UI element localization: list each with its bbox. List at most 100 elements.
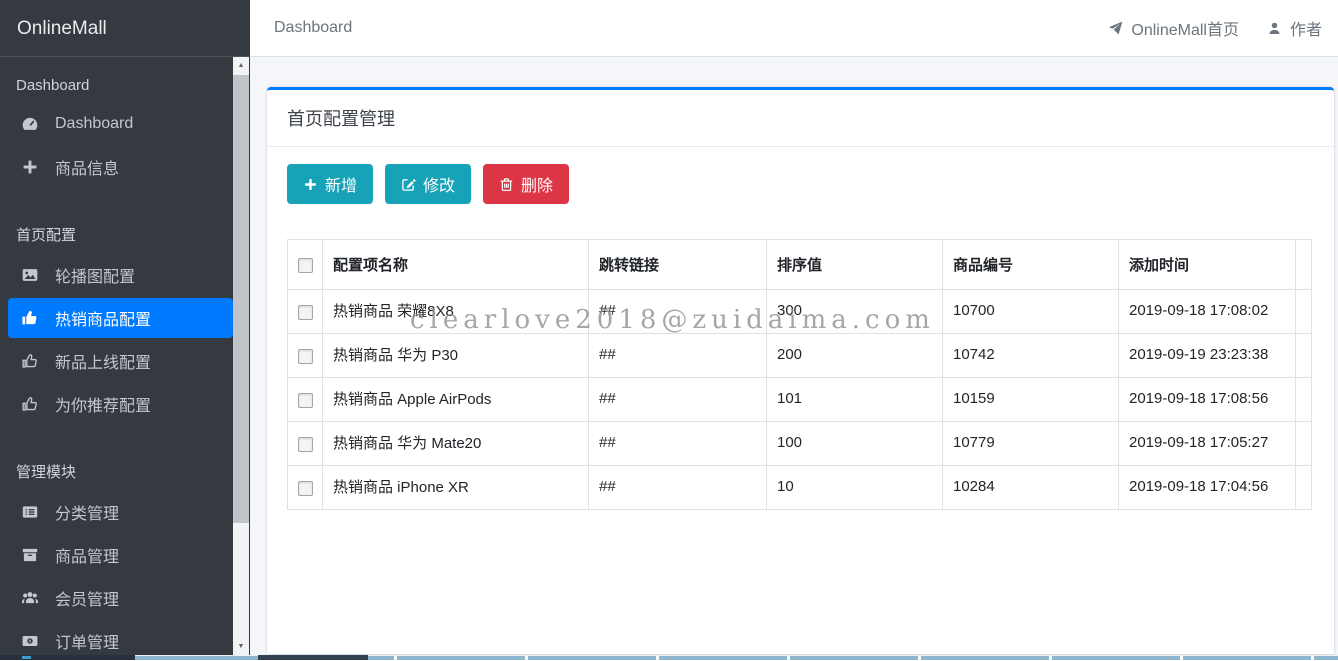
author-link-label: 作者 [1290, 16, 1322, 40]
table-cell: ## [589, 378, 767, 422]
table-cell: 10 [767, 466, 943, 510]
table-cell: 2019-09-18 17:05:27 [1119, 422, 1296, 466]
sidebar-item-label: 轮播图配置 [55, 263, 135, 287]
money-icon [20, 632, 40, 650]
sidebar-section-header: 管理模块 [0, 427, 250, 492]
thumbs-outline-icon [20, 395, 40, 413]
table-cell: 热销商品 荣耀8X8 [323, 290, 589, 334]
table-row: 热销商品 华为 Mate20##100107792019-09-18 17:05… [288, 422, 1312, 466]
config-card: 首页配置管理 新增 修改 删除 配置项名称 跳转链接 排序值 商品编号 添加时间 [267, 87, 1334, 654]
scroll-down-button[interactable]: ▼ [233, 638, 249, 655]
sidebar-item-label: 为你推荐配置 [55, 392, 151, 416]
toolbar: 新增 修改 删除 [287, 164, 1314, 204]
sidebar-item[interactable]: Dashboard [8, 104, 233, 144]
row-checkbox[interactable] [298, 393, 313, 408]
table-cell: 101 [767, 378, 943, 422]
delete-button[interactable]: 删除 [483, 164, 569, 204]
table-cell: 10159 [943, 378, 1119, 422]
column-header: 添加时间 [1119, 240, 1296, 290]
table-cell: 10700 [943, 290, 1119, 334]
table-cell: 2019-09-18 17:08:02 [1119, 290, 1296, 334]
scroll-up-button[interactable]: ▲ [233, 57, 249, 74]
table-cell: ## [589, 334, 767, 378]
column-header: 商品编号 [943, 240, 1119, 290]
sidebar-nav: DashboardDashboard商品信息首页配置轮播图配置热销商品配置新品上… [0, 57, 250, 661]
table-cell: 300 [767, 290, 943, 334]
row-checkbox[interactable] [298, 481, 313, 496]
sidebar-item-label: 订单管理 [55, 629, 119, 653]
sidebar-section: 管理模块分类管理商品管理会员管理订单管理 [0, 427, 250, 661]
list-icon [20, 503, 40, 521]
sidebar-item[interactable]: 热销商品配置 [8, 298, 233, 338]
thumbs-outline-icon [20, 352, 40, 370]
table-cell: 2019-09-18 17:08:56 [1119, 378, 1296, 422]
table-cell: ## [589, 422, 767, 466]
column-header: 配置项名称 [323, 240, 589, 290]
users-icon [20, 589, 40, 607]
breadcrumb: Dashboard [274, 19, 352, 37]
table-cell-spacer [1296, 378, 1312, 422]
topbar-links: OnlineMall首页 作者 [1108, 16, 1322, 40]
sidebar-item-label: 热销商品配置 [55, 306, 151, 330]
card-body: 新增 修改 删除 配置项名称 跳转链接 排序值 商品编号 添加时间 [267, 147, 1334, 527]
sidebar-item-label: 商品管理 [55, 543, 119, 567]
table-cell: 热销商品 华为 Mate20 [323, 422, 589, 466]
table-row: 热销商品 iPhone XR##10102842019-09-18 17:04:… [288, 466, 1312, 510]
plus-icon [20, 158, 40, 176]
row-checkbox[interactable] [298, 349, 313, 364]
button-label: 新增 [325, 172, 357, 196]
row-checkbox[interactable] [298, 437, 313, 452]
sidebar: OnlineMall DashboardDashboard商品信息首页配置轮播图… [0, 0, 250, 655]
sidebar-item[interactable]: 分类管理 [8, 492, 233, 532]
home-link[interactable]: OnlineMall首页 [1108, 16, 1239, 40]
scrollbar-thumb[interactable] [233, 75, 249, 523]
sidebar-item[interactable]: 新品上线配置 [8, 341, 233, 381]
sidebar-item[interactable]: 商品管理 [8, 535, 233, 575]
table-cell: 10742 [943, 334, 1119, 378]
sidebar-item[interactable]: 商品信息 [8, 147, 233, 187]
column-header: 跳转链接 [589, 240, 767, 290]
sidebar-item-label: Dashboard [55, 115, 133, 133]
table-cell-spacer [1296, 466, 1312, 510]
table-row: 热销商品 荣耀8X8##300107002019-09-18 17:08:02 [288, 290, 1312, 334]
plus-icon [303, 177, 318, 192]
sidebar-item[interactable]: 为你推荐配置 [8, 384, 233, 424]
table-cell: 2019-09-18 17:04:56 [1119, 466, 1296, 510]
card-header: 首页配置管理 [267, 90, 1334, 147]
table-cell: 100 [767, 422, 943, 466]
taskbar-strip [0, 655, 1338, 660]
sidebar-section: Dashboard Dashboard 商品信息 [0, 57, 250, 187]
edit-button[interactable]: 修改 [385, 164, 471, 204]
author-link[interactable]: 作者 [1267, 16, 1322, 40]
sidebar-item-label: 商品信息 [55, 155, 119, 179]
box-icon [20, 546, 40, 564]
sidebar-item-label: 会员管理 [55, 586, 119, 610]
top-navbar: Dashboard OnlineMall首页 作者 [250, 0, 1338, 57]
button-label: 删除 [521, 172, 553, 196]
sidebar-item[interactable]: 轮播图配置 [8, 255, 233, 295]
add-button[interactable]: 新增 [287, 164, 373, 204]
table-row: 热销商品 华为 P30##200107422019-09-19 23:23:38 [288, 334, 1312, 378]
paper-plane-icon [1108, 21, 1123, 36]
table-cell: ## [589, 290, 767, 334]
column-header: 排序值 [767, 240, 943, 290]
table-cell: 热销商品 华为 P30 [323, 334, 589, 378]
row-checkbox[interactable] [298, 305, 313, 320]
table-cell: 热销商品 Apple AirPods [323, 378, 589, 422]
tachometer-icon [20, 115, 40, 133]
column-header-spacer [1296, 240, 1312, 290]
table-cell: 10284 [943, 466, 1119, 510]
sidebar-section: 首页配置轮播图配置热销商品配置新品上线配置为你推荐配置 [0, 190, 250, 424]
user-icon [1267, 21, 1282, 36]
thumbs-filled-icon [20, 309, 40, 327]
taskbar-segment [258, 655, 368, 660]
sidebar-section-header: Dashboard [0, 57, 250, 104]
brand-logo[interactable]: OnlineMall [0, 0, 250, 57]
table-header-row: 配置项名称 跳转链接 排序值 商品编号 添加时间 [288, 240, 1312, 290]
table-cell-spacer [1296, 290, 1312, 334]
sidebar-item[interactable]: 会员管理 [8, 578, 233, 618]
trash-icon [499, 177, 514, 192]
button-label: 修改 [423, 172, 455, 196]
select-all-checkbox[interactable] [298, 258, 313, 273]
table-cell: 2019-09-19 23:23:38 [1119, 334, 1296, 378]
